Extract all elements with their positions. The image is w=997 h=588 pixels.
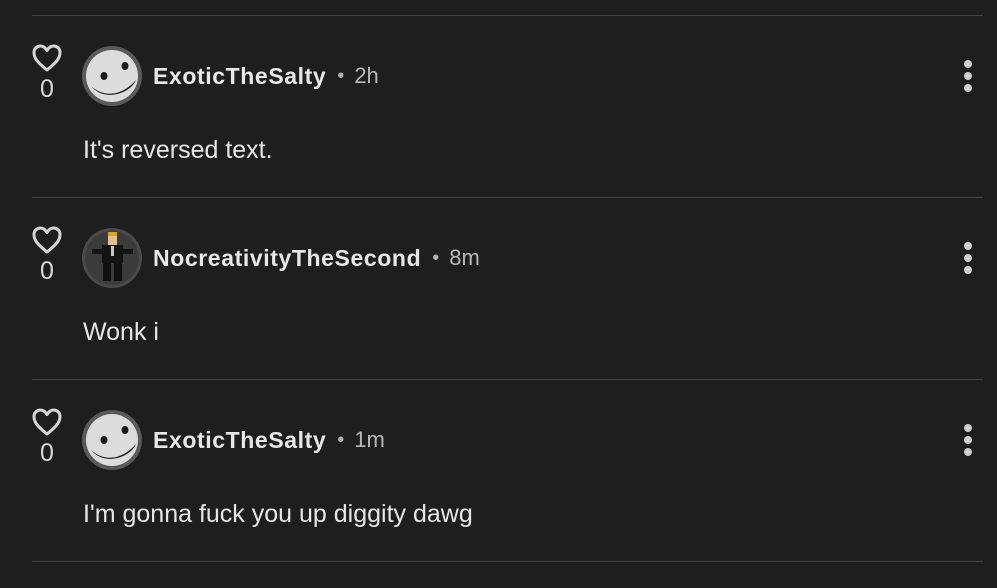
more-options-button[interactable]: [956, 241, 980, 275]
more-vertical-icon-dot: [964, 242, 972, 250]
heart-outline-icon: [32, 44, 62, 72]
heart-outline-icon: [32, 408, 62, 436]
comment-header: ExoticTheSalty • 2h: [153, 59, 379, 93]
more-vertical-icon-dot: [964, 60, 972, 68]
comment-text: I'm gonna fuck you up diggity dawg: [83, 500, 473, 528]
username[interactable]: ExoticTheSalty: [153, 427, 326, 454]
avatar[interactable]: [82, 46, 142, 106]
timestamp: 8m: [449, 245, 480, 270]
comment-item: 0 ExoticTheSalty • 2h It's reversed text…: [0, 15, 997, 197]
comment-item: 0 NocreativityTheSecond • 8m Wonk i: [0, 197, 997, 379]
comment-feed: 0 ExoticTheSalty • 2h It's reversed text…: [0, 0, 997, 588]
avatar[interactable]: [82, 228, 142, 288]
more-vertical-icon-dot: [964, 254, 972, 262]
heart-outline-icon: [32, 226, 62, 254]
more-options-button[interactable]: [956, 59, 980, 93]
more-vertical-icon-dot: [964, 72, 972, 80]
more-vertical-icon-dot: [964, 436, 972, 444]
separator-dot: •: [432, 246, 440, 269]
divider: [32, 561, 983, 562]
comment-item: 0 ExoticTheSalty • 1m I'm gonna fuck you…: [0, 379, 997, 561]
more-options-button[interactable]: [956, 423, 980, 457]
smiley-face-avatar: [82, 46, 142, 106]
like-column: 0: [28, 405, 66, 467]
comment-header: NocreativityTheSecond • 8m: [153, 241, 480, 275]
like-button[interactable]: [28, 405, 66, 439]
timestamp: 1m: [354, 427, 385, 452]
separator-dot: •: [337, 428, 345, 451]
separator-dot: •: [337, 64, 345, 87]
like-column: 0: [28, 41, 66, 103]
username[interactable]: NocreativityTheSecond: [153, 245, 421, 272]
comment-text: It's reversed text.: [83, 136, 273, 164]
suited-character-avatar: [82, 228, 142, 288]
avatar[interactable]: [82, 410, 142, 470]
more-vertical-icon-dot: [964, 424, 972, 432]
username[interactable]: ExoticTheSalty: [153, 63, 326, 90]
more-vertical-icon-dot: [964, 266, 972, 274]
like-button[interactable]: [28, 223, 66, 257]
smiley-face-avatar: [82, 410, 142, 470]
like-button[interactable]: [28, 41, 66, 75]
comment-text: Wonk i: [83, 318, 159, 346]
more-vertical-icon-dot: [964, 448, 972, 456]
timestamp: 2h: [354, 63, 379, 88]
comment-header: ExoticTheSalty • 1m: [153, 423, 385, 457]
like-column: 0: [28, 223, 66, 285]
like-count: 0: [40, 257, 54, 285]
like-count: 0: [40, 75, 54, 103]
like-count: 0: [40, 439, 54, 467]
more-vertical-icon-dot: [964, 84, 972, 92]
